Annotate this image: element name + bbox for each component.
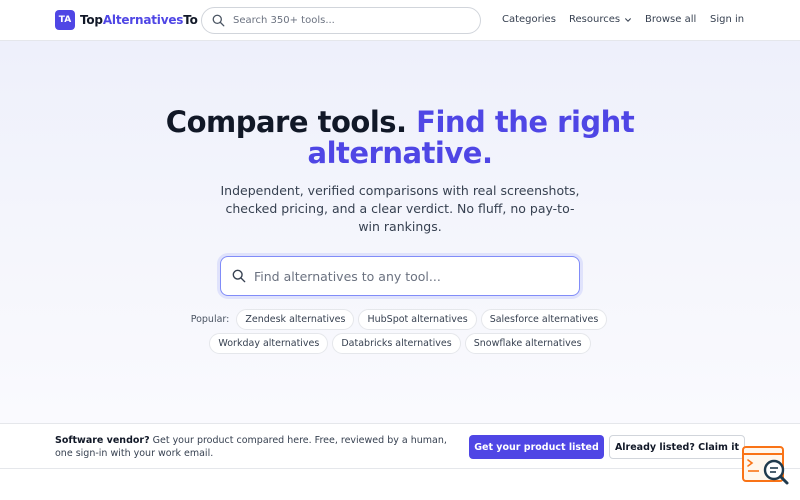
logo-text: TopAlternativesTo bbox=[80, 13, 198, 27]
get-listed-button[interactable]: Get your product listed bbox=[469, 435, 604, 459]
vendor-banner: Software vendor? Get your product compar… bbox=[0, 423, 800, 469]
search-icon bbox=[232, 269, 246, 283]
search-widget-icon[interactable] bbox=[741, 445, 791, 487]
popular-chip[interactable]: Zendesk alternatives bbox=[236, 309, 355, 330]
hero-title: Compare tools. Find the right alternativ… bbox=[150, 107, 650, 169]
header-search-input[interactable] bbox=[233, 15, 463, 26]
header-search-box[interactable] bbox=[201, 7, 481, 34]
vendor-lead: Software vendor? bbox=[55, 435, 150, 446]
nav-browse-all[interactable]: Browse all bbox=[645, 14, 696, 25]
hero-subtitle: Independent, verified comparisons with r… bbox=[220, 183, 580, 234]
nav-sign-in[interactable]: Sign in bbox=[710, 14, 744, 25]
popular-chip[interactable]: Salesforce alternatives bbox=[480, 309, 608, 330]
popular-chip[interactable]: Workday alternatives bbox=[209, 333, 329, 354]
nav-resources-label: Resources bbox=[569, 14, 621, 25]
popular-row-2: Workday alternatives Databricks alternat… bbox=[0, 333, 800, 354]
top-header: TA TopAlternativesTo Categories Resource… bbox=[0, 0, 800, 41]
logo-mark: TA bbox=[55, 10, 75, 30]
popular-chip[interactable]: Databricks alternatives bbox=[332, 333, 461, 354]
nav-categories[interactable]: Categories bbox=[502, 14, 556, 25]
hero-search-input[interactable] bbox=[254, 268, 574, 284]
popular-chip[interactable]: Snowflake alternatives bbox=[464, 333, 591, 354]
popular-chip[interactable]: HubSpot alternatives bbox=[358, 309, 477, 330]
claim-listing-button[interactable]: Already listed? Claim it bbox=[609, 435, 745, 459]
hero-search-box[interactable] bbox=[220, 256, 580, 296]
vendor-text: Software vendor? Get your product compar… bbox=[55, 434, 465, 460]
nav-resources[interactable]: Resources bbox=[569, 14, 632, 25]
logo-text-part2: Alternatives bbox=[102, 13, 184, 27]
hero-section: Compare tools. Find the right alternativ… bbox=[0, 41, 800, 423]
popular-row-1: Popular: Zendesk alternatives HubSpot al… bbox=[0, 309, 800, 330]
hero-title-part1: Compare tools. bbox=[165, 105, 407, 139]
chevron-down-icon bbox=[625, 17, 631, 22]
popular-label: Popular: bbox=[190, 314, 230, 325]
logo-text-part1: Top bbox=[80, 13, 103, 27]
site-logo[interactable]: TA TopAlternativesTo bbox=[55, 10, 198, 30]
search-icon bbox=[212, 14, 225, 27]
logo-text-part3: To bbox=[183, 13, 198, 27]
